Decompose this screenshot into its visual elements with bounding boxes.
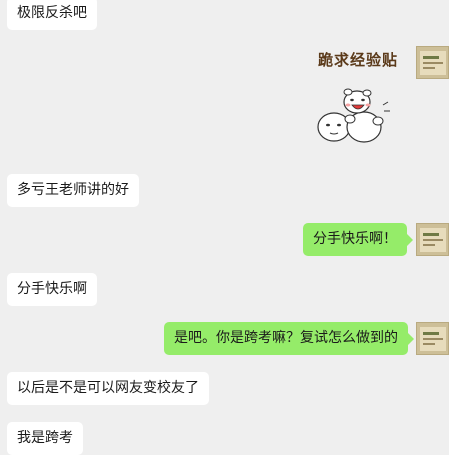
incoming-message-bubble[interactable]: 多亏王老师讲的好 xyxy=(7,174,139,207)
message-text: 我是跨考 xyxy=(17,430,73,446)
message-text: 以后是不是可以网友变校友了 xyxy=(17,380,199,396)
outgoing-message-bubble[interactable]: 分手快乐啊！ xyxy=(303,223,413,256)
sticker-caption: 跪求经验贴 xyxy=(318,51,399,69)
incoming-message-bubble[interactable]: 极限反杀吧 xyxy=(7,0,97,30)
user-avatar-icon[interactable] xyxy=(416,223,449,256)
incoming-message-bubble[interactable]: 以后是不是可以网友变校友了 xyxy=(7,372,209,405)
message-text: 分手快乐啊 xyxy=(17,281,87,297)
message-text: 极限反杀吧 xyxy=(17,5,87,21)
incoming-message-bubble[interactable]: 分手快乐啊 xyxy=(7,273,97,306)
incoming-message-bubble[interactable]: 我是跨考 xyxy=(7,422,83,455)
message-text: 是吧。你是跨考嘛？复试怎么做到的 xyxy=(174,330,398,346)
user-avatar-icon[interactable] xyxy=(416,46,449,79)
message-text: 多亏王老师讲的好 xyxy=(17,182,129,198)
user-avatar-icon[interactable] xyxy=(416,322,449,355)
outgoing-message-bubble[interactable]: 是吧。你是跨考嘛？复试怎么做到的 xyxy=(164,322,414,355)
message-text: 分手快乐啊！ xyxy=(313,231,397,247)
cartoon-sticker-icon xyxy=(317,88,390,143)
